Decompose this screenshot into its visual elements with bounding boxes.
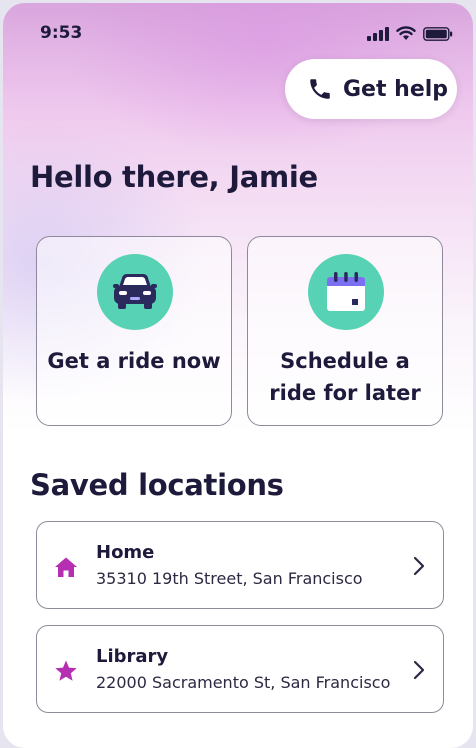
chevron-right-icon <box>413 556 425 576</box>
saved-location-home[interactable]: Home 35310 19th Street, San Francisco <box>36 521 444 609</box>
status-icons <box>367 26 453 41</box>
get-ride-now-label: Get a ride now <box>47 349 221 373</box>
cellular-signal-icon <box>367 26 389 41</box>
status-time: 9:53 <box>40 23 83 43</box>
status-bar: 9:53 <box>3 3 473 63</box>
chevron-right-icon <box>413 660 425 680</box>
car-icon-circle <box>97 254 173 330</box>
get-help-label: Get help <box>343 76 449 102</box>
app-screen: 9:53 Get help Hello there, Jamie Get a r… <box>3 3 473 748</box>
location-address: 22000 Sacramento St, San Francisco <box>96 673 391 692</box>
battery-icon <box>423 26 453 41</box>
calendar-icon <box>327 272 365 311</box>
home-icon <box>55 557 77 577</box>
get-ride-now-card[interactable]: Get a ride now <box>36 236 232 426</box>
saved-location-library[interactable]: Library 22000 Sacramento St, San Francis… <box>36 625 444 713</box>
get-help-button[interactable]: Get help <box>285 59 457 119</box>
calendar-icon-circle <box>308 254 384 330</box>
saved-locations-heading: Saved locations <box>30 468 284 502</box>
location-address: 35310 19th Street, San Francisco <box>96 569 363 588</box>
schedule-ride-label: Schedule a ride for later <box>269 349 421 405</box>
star-icon <box>55 660 77 681</box>
greeting-heading: Hello there, Jamie <box>30 160 318 194</box>
car-icon <box>113 274 157 309</box>
location-name: Home <box>96 542 155 563</box>
location-name: Library <box>96 646 169 667</box>
wifi-icon <box>396 26 416 40</box>
schedule-ride-card[interactable]: Schedule a ride for later <box>247 236 443 426</box>
phone-icon <box>310 79 330 99</box>
